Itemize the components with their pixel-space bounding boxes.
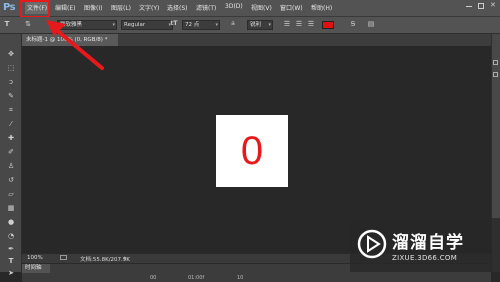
align-center-icon[interactable]: ☰ [295, 20, 303, 28]
maximize-icon[interactable] [478, 3, 484, 9]
type-tool-icon[interactable]: T [6, 257, 16, 265]
menu-item-3d[interactable]: 3D(D) [225, 3, 243, 10]
timeline-mark: 00 [150, 275, 157, 281]
align-left-icon[interactable]: ☰ [283, 20, 291, 28]
character-panel-icon[interactable]: ▤ [367, 20, 375, 28]
menu-item-type[interactable]: 文字(Y) [139, 3, 159, 12]
dodge-tool-icon[interactable]: ◔ [6, 232, 16, 240]
history-brush-tool-icon[interactable]: ↺ [6, 176, 16, 184]
export-icon[interactable] [60, 255, 67, 260]
chevron-down-icon: ▾ [215, 22, 218, 28]
warp-text-icon[interactable]: Ꞩ [349, 20, 357, 28]
properties-panel-icon[interactable] [493, 72, 498, 77]
antialias-select[interactable]: 锐利 ▾ [247, 20, 273, 30]
menu-item-edit[interactable]: 编辑(E) [55, 3, 75, 12]
eyedropper-tool-icon[interactable]: ⁄ [6, 120, 16, 128]
font-size-select[interactable]: 72 点 ▾ [182, 20, 220, 30]
play-logo-icon [357, 229, 387, 259]
healing-brush-tool-icon[interactable]: ✚ [6, 134, 16, 142]
lasso-tool-icon[interactable]: ↄ [6, 78, 16, 86]
close-icon[interactable]: ✕ [490, 2, 496, 9]
document-info: 文档:55.8K/207.9K [80, 257, 130, 263]
antialias-icon: a [231, 20, 235, 27]
brush-tool-icon[interactable]: ✐ [6, 148, 16, 156]
menu-item-image[interactable]: 图像(I) [84, 3, 102, 12]
quick-select-tool-icon[interactable]: ✎ [6, 92, 16, 100]
menu-item-view[interactable]: 视图(V) [251, 3, 272, 12]
marquee-tool-icon[interactable]: ⬚ [6, 64, 16, 72]
blur-tool-icon[interactable]: ● [6, 218, 16, 226]
font-size-icon: tT [170, 20, 178, 27]
font-style-select[interactable]: Regular ▾ [121, 20, 173, 30]
type-tool-icon[interactable]: T [3, 20, 11, 28]
menu-item-filter[interactable]: 滤镜(T) [196, 3, 216, 12]
timeline-mark: 10 [237, 275, 244, 281]
pen-tool-icon[interactable]: ✒ [6, 245, 16, 253]
chevron-down-icon: ▾ [268, 22, 271, 28]
canvas-text-layer[interactable]: 0 [216, 115, 288, 187]
crop-tool-icon[interactable]: ⌗ [6, 106, 16, 114]
chevron-right-icon[interactable]: ▸ [124, 255, 127, 261]
clone-stamp-tool-icon[interactable]: ♙ [6, 162, 16, 170]
align-right-icon[interactable]: ☰ [307, 20, 315, 28]
menu-item-select[interactable]: 选择(S) [167, 3, 188, 12]
zoom-level[interactable]: 100% [27, 255, 43, 261]
history-panel-icon[interactable] [493, 60, 498, 65]
red-arrow-annotation [46, 20, 104, 70]
gradient-tool-icon[interactable]: ▦ [6, 204, 16, 212]
path-select-tool-icon[interactable]: ➤ [6, 269, 16, 277]
text-color-swatch[interactable] [322, 21, 334, 29]
app-logo: Ps [3, 2, 16, 13]
minimize-icon[interactable] [466, 3, 472, 7]
antialias-value: 锐利 [250, 22, 262, 28]
watermark-title: 溜溜自学 [392, 233, 464, 253]
text-orientation-icon[interactable]: ⇅ [24, 20, 32, 28]
eraser-tool-icon[interactable]: ▱ [6, 190, 16, 198]
timeline-mark: 01:00f [188, 275, 205, 281]
menu-item-help[interactable]: 帮助(H) [311, 3, 332, 12]
font-size-value: 72 点 [185, 22, 200, 28]
menu-item-window[interactable]: 窗口(W) [280, 3, 303, 12]
move-tool-icon[interactable]: ✥ [6, 50, 16, 58]
menu-item-layer[interactable]: 图层(L) [111, 3, 131, 12]
font-style-value: Regular [124, 22, 146, 28]
watermark-url: ZIXUE.3D66.COM [392, 254, 458, 262]
timeline-tab[interactable]: 时间轴 [22, 264, 50, 273]
